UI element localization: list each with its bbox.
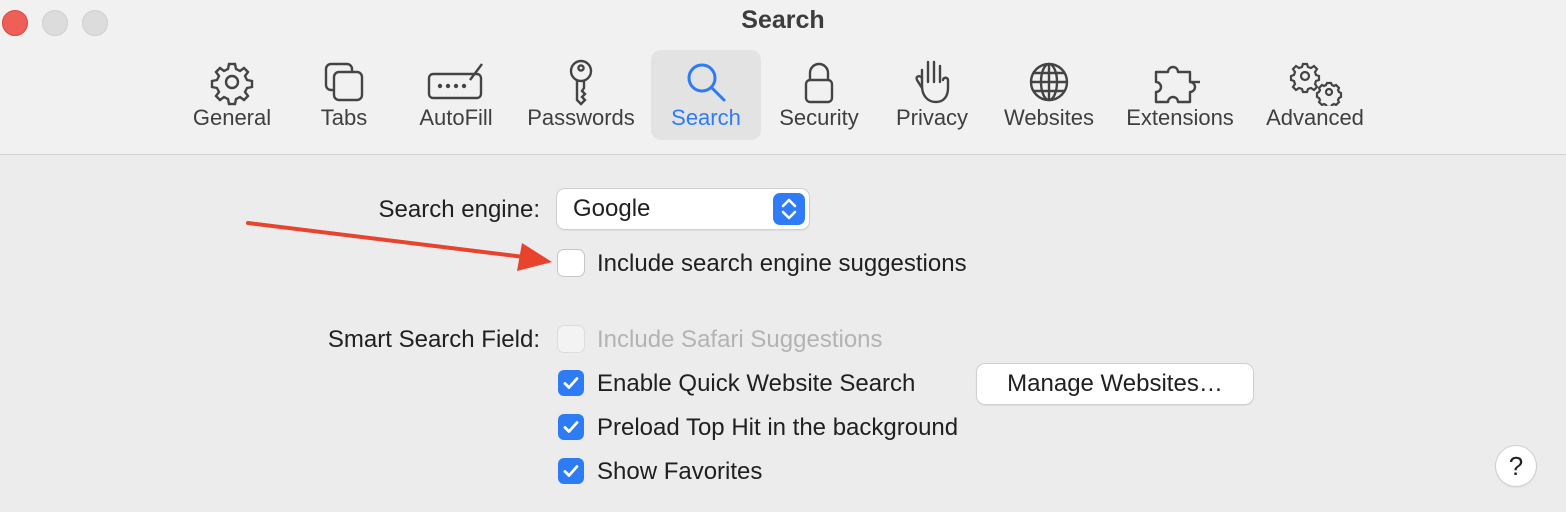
- checkmark-icon: [563, 421, 579, 433]
- tab-label: Security: [779, 105, 859, 130]
- tab-label: General: [192, 105, 272, 130]
- tab-extensions[interactable]: Extensions: [1118, 50, 1242, 140]
- tab-general[interactable]: General: [180, 50, 284, 140]
- red-arrow-annotation: [246, 221, 552, 271]
- enable-quick-website-search-checkbox[interactable]: [558, 370, 584, 396]
- checkmark-icon: [563, 465, 579, 477]
- lock-icon: [804, 62, 834, 104]
- autofill-icon: [427, 63, 483, 100]
- tab-tabs[interactable]: Tabs: [294, 50, 394, 140]
- tab-autofill[interactable]: AutoFill: [408, 50, 504, 140]
- chevron-up-down-icon: [773, 193, 805, 225]
- preload-top-hit-label: Preload Top Hit in the background: [597, 414, 959, 441]
- tab-advanced[interactable]: Advanced: [1258, 50, 1372, 140]
- tab-search[interactable]: Search: [651, 50, 761, 140]
- include-search-suggestions-label: Include search engine suggestions: [597, 250, 967, 277]
- include-safari-suggestions-label: Include Safari Suggestions: [597, 326, 883, 353]
- search-engine-value: Google: [573, 195, 651, 222]
- tab-security[interactable]: Security: [770, 50, 868, 140]
- tab-label: Tabs: [320, 105, 368, 130]
- tab-label: Passwords: [527, 105, 635, 130]
- show-favorites-label: Show Favorites: [597, 458, 763, 485]
- tab-label: Extensions: [1126, 105, 1234, 130]
- magnifier-icon: [687, 63, 726, 102]
- help-button[interactable]: ?: [1496, 446, 1536, 486]
- tab-label: Advanced: [1266, 105, 1364, 130]
- gear-icon: [210, 62, 254, 106]
- checkmark-icon: [563, 377, 579, 389]
- tabs-icon: [324, 62, 364, 102]
- tab-label: AutoFill: [419, 105, 493, 130]
- window-title: Search: [741, 6, 825, 34]
- title-bar: Search General Tabs AutoFill Passwords S…: [0, 0, 1566, 155]
- tab-label: Privacy: [895, 105, 969, 130]
- globe-icon: [1029, 62, 1069, 102]
- puzzle-icon: [1154, 65, 1200, 104]
- gears-icon: [1289, 62, 1343, 106]
- tab-label: Websites: [1003, 105, 1095, 130]
- tab-privacy[interactable]: Privacy: [884, 50, 980, 140]
- preload-top-hit-checkbox[interactable]: [558, 414, 584, 440]
- tab-label: Search: [671, 105, 741, 130]
- hand-icon: [915, 60, 950, 104]
- smart-search-field-label: Smart Search Field:: [327, 326, 540, 353]
- show-favorites-checkbox[interactable]: [558, 458, 584, 484]
- enable-quick-website-search-label: Enable Quick Website Search: [597, 370, 916, 397]
- tab-websites[interactable]: Websites: [996, 50, 1102, 140]
- manage-websites-button[interactable]: Manage Websites…: [977, 364, 1253, 404]
- key-icon: [569, 59, 593, 106]
- tab-passwords[interactable]: Passwords: [520, 50, 642, 140]
- search-engine-select[interactable]: Google: [557, 189, 809, 229]
- include-safari-suggestions-checkbox[interactable]: [558, 326, 584, 352]
